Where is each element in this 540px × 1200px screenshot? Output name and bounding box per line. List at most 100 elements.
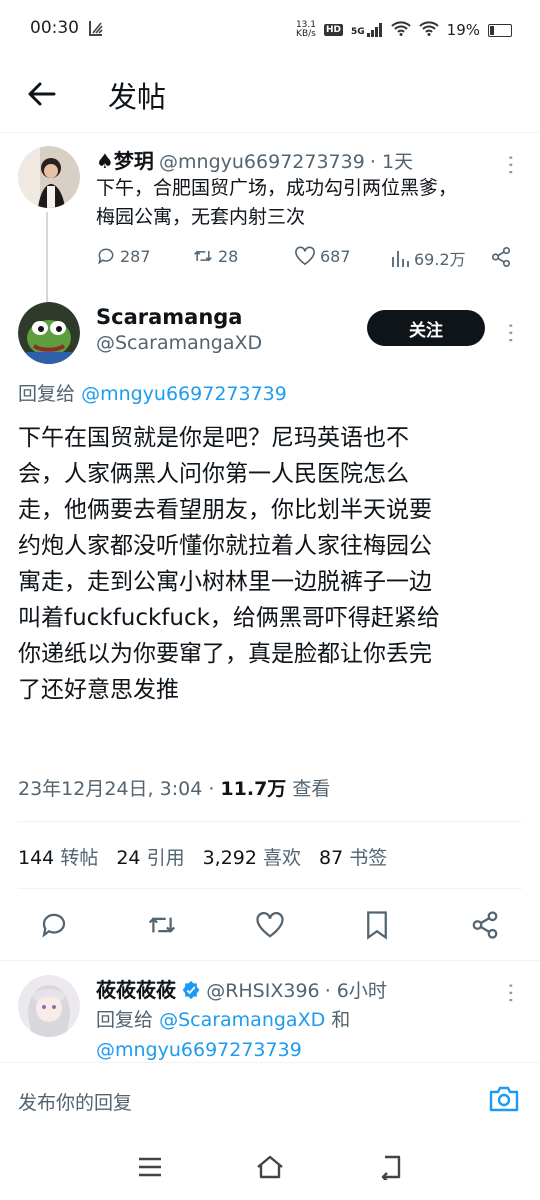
back-button[interactable] [22,74,62,114]
reply-author-handle[interactable]: @RHSIX396 [206,980,319,1002]
avatar-image [18,146,80,208]
net-speed-unit: KB/s [296,29,316,39]
stat-quotes-num: 24 [116,847,141,869]
main-retweet-button[interactable] [142,905,182,945]
reply-author-name[interactable]: 莜莜莜莜 [96,978,176,1002]
status-time: 00:30 [30,18,79,38]
parent-tweet-text[interactable]: 下午，合肥国贸广场，成功勾引两位黑爹， 梅园公寓，无套内射三次 [96,174,526,232]
main-text-line: 叫着fuckfuckfuck，给俩黑哥吓得赶紧给 [18,605,440,631]
main-text-line: 寓走，走到公寓小树林里一边脱裤子一边 [18,569,432,595]
parent-tweet-header: ♠梦玥 @mngyu6697273739 · 1天 [96,145,496,174]
avatar-image [18,975,80,1037]
parent-views-button[interactable]: 69.2万 [390,246,466,270]
home-button[interactable] [255,1154,285,1184]
stat-likes[interactable]: 3,292 喜欢 [203,843,301,870]
parent-retweet-button[interactable]: 28 [192,246,238,266]
thread-connector [46,212,48,304]
parent-share-button[interactable] [490,246,512,272]
compose-divider [0,1062,540,1063]
home-icon [257,1155,283,1179]
stat-quotes-label: 引用 [146,847,185,869]
tweet-view-count[interactable]: 11.7万 [220,778,286,800]
signal-label: 5G [351,27,365,37]
main-avatar[interactable] [18,302,80,364]
reply-avatar[interactable] [18,975,80,1037]
wifi-icon [418,20,439,40]
parent-text-line-2: 梅园公寓，无套内射三次 [96,206,306,228]
top-app-bar: 发帖 [0,60,540,132]
main-author-handle[interactable]: @ScaramangaXD [96,332,262,354]
parent-like-button[interactable]: 687 [294,246,351,266]
follow-button[interactable]: 关注 [367,310,485,346]
main-text-line: 会，人家俩黑人问你第一人民医院怎么 [18,461,409,487]
main-author-info: Scaramanga @ScaramangaXD [96,305,262,354]
reply-tweet-header: 莜莜莜莜 @RHSIX396 · 6小时 [96,974,516,1004]
meta-divider [18,821,522,822]
parent-like-count: 687 [320,246,351,266]
stat-quotes[interactable]: 24 引用 [116,843,184,870]
parent-avatar[interactable] [18,146,80,208]
main-text-line: 下午在国贸就是你是吧？尼玛英语也不 [18,425,409,451]
back-nav-button[interactable] [377,1154,405,1184]
stat-retweets[interactable]: 144 转帖 [18,843,98,870]
parent-reply-count: 287 [120,246,151,266]
reply-icon [42,913,66,938]
reply-tweet-time: · 6小时 [324,980,387,1002]
main-like-button[interactable] [250,905,290,945]
tweet-stats: 144 转帖 24 引用 3,292 喜欢 87 书签 [18,843,387,870]
stat-retweets-num: 144 [18,847,55,869]
camera-icon [489,1086,519,1112]
main-bookmark-button[interactable] [357,905,397,945]
main-author-name[interactable]: Scaramanga [96,305,262,329]
parent-author-name[interactable]: ♠梦玥 [96,149,154,173]
signal-icon: 5G [351,23,383,37]
main-text-line: 了还好意思发推 [18,677,179,703]
main-text-line: 走，他俩要去看望朋友，你比划半天说要 [18,497,432,523]
battery-icon [488,23,512,37]
status-icons: 13.1 KB/s HD 5G 19% [296,20,512,40]
stat-likes-num: 3,292 [202,847,257,869]
verified-badge-icon [181,980,201,1004]
parent-author-handle[interactable]: @mngyu6697273739 [159,151,365,173]
parent-more-menu[interactable]: ⋯ [498,154,523,176]
reply-handle-link[interactable]: @mngyu6697273739 [81,383,287,405]
reply-to-prefix: 回复给 [96,1009,154,1031]
parent-action-bar: 287 28 687 69.2万 [96,246,526,270]
recent-apps-button[interactable] [137,1156,163,1182]
parent-retweet-count: 28 [218,246,239,266]
menu-icon [139,1157,161,1177]
reply-compose-bar: 发布你的回复 [0,1066,540,1136]
main-replying-to: 回复给 @mngyu6697273739 [18,379,287,406]
share-icon [491,247,511,267]
main-reply-button[interactable] [34,905,74,945]
system-nav-bar [0,1140,540,1200]
hd-icon: HD [323,24,343,36]
stat-likes-label: 喜欢 [263,847,302,869]
reply-to-handle-1[interactable]: @ScaramangaXD [159,1009,325,1031]
reply-more-menu[interactable]: ⋯ [498,982,523,1004]
stat-bookmarks[interactable]: 87 书签 [319,843,387,870]
reply-replying-to: 回复给 @ScaramangaXD 和 @mngyu6697273739 [96,1005,516,1065]
parent-text-line-1: 下午，合肥国贸广场，成功勾引两位黑爹， [96,177,458,199]
analytics-icon [392,251,409,267]
main-more-menu[interactable]: ⋯ [498,322,523,344]
stat-bookmarks-label: 书签 [349,847,388,869]
retweet-icon [148,917,176,933]
header-divider [0,132,540,133]
return-icon [381,1155,401,1182]
reply-to-and: 和 [331,1009,351,1031]
parent-reply-button[interactable]: 287 [96,246,151,266]
tweet-view-label: 查看 [292,778,331,800]
reply-prefix: 回复给 [18,383,76,405]
main-text-line: 约炮人家都没听懂你就拉着人家往梅园公 [18,533,432,559]
bookmark-icon [367,911,387,940]
stat-bookmarks-num: 87 [319,847,344,869]
main-share-button[interactable] [465,905,505,945]
reply-to-handle-2[interactable]: @mngyu6697273739 [96,1039,302,1061]
stats-divider [18,888,522,889]
battery-percent: 19% [446,21,480,39]
camera-button[interactable] [488,1084,520,1118]
main-tweet-text: 下午在国贸就是你是吧？尼玛英语也不 会，人家俩黑人问你第一人民医院怎么 走，他俩… [18,420,518,708]
main-action-bar [0,905,540,945]
reply-input[interactable]: 发布你的回复 [18,1088,132,1115]
